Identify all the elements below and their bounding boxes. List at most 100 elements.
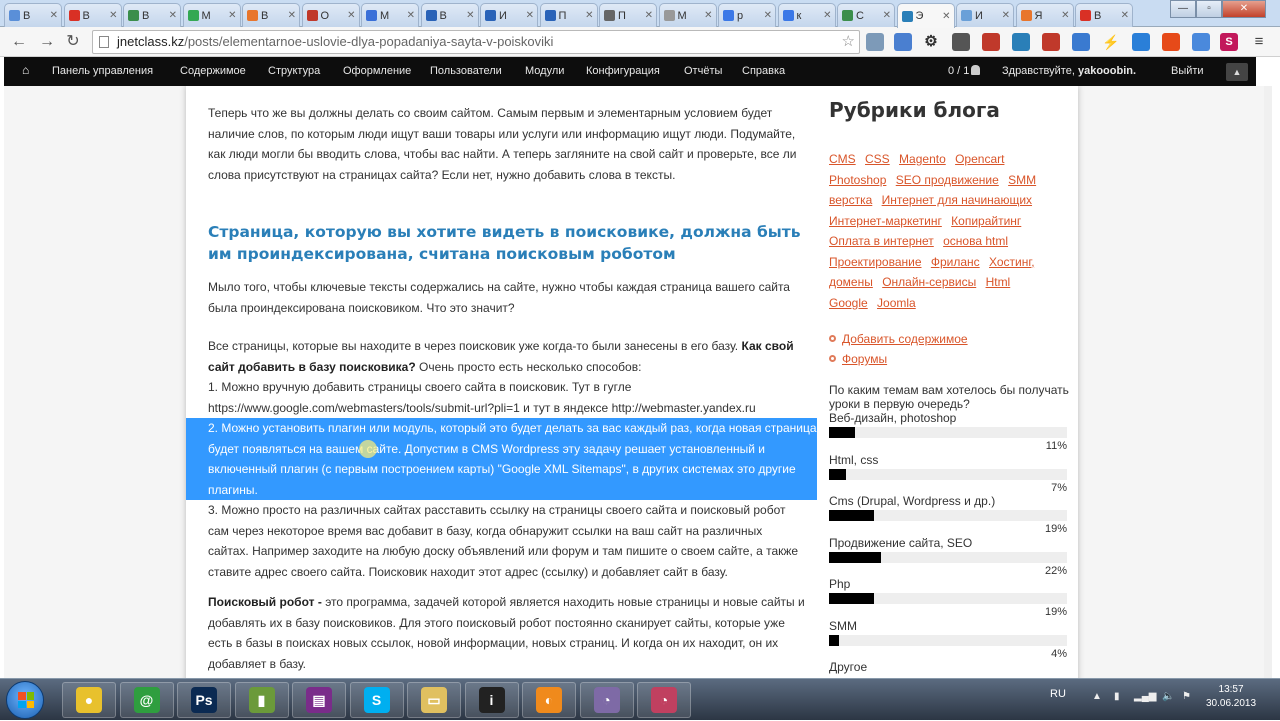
menu-configuration[interactable]: Конфигурация	[586, 65, 660, 77]
close-tab-icon[interactable]: ✕	[942, 11, 950, 22]
volume-icon[interactable]: 🔈	[1162, 691, 1174, 702]
back-button[interactable]: ←	[8, 31, 30, 53]
category-tag-link[interactable]: Проектирование	[829, 255, 922, 269]
menu-people[interactable]: Пользователи	[430, 65, 502, 77]
browser-tab[interactable]: М ✕	[182, 3, 241, 27]
close-tab-icon[interactable]: ✕	[1061, 10, 1069, 21]
start-button[interactable]	[6, 681, 44, 719]
browser-tab[interactable]: О ✕	[301, 3, 360, 27]
bookmark-star-icon[interactable]: ☆	[842, 31, 855, 53]
category-tag-link[interactable]: Оплата в интернет	[829, 234, 934, 248]
browser-tab[interactable]: р ✕	[718, 3, 776, 27]
tray-arrow-icon[interactable]: ▲	[1092, 691, 1102, 702]
menu-icon[interactable]: ≡	[1250, 33, 1268, 51]
collapse-toolbar-button[interactable]: ▲	[1226, 63, 1248, 81]
calendar-icon[interactable]	[1072, 33, 1090, 51]
battery-icon[interactable]: ▮	[1114, 691, 1120, 702]
browser-tab[interactable]: В ✕	[123, 3, 181, 27]
home-icon[interactable]: ⌂	[22, 63, 29, 77]
forums-link[interactable]: Форумы	[829, 349, 1079, 369]
google-submit-link[interactable]: https://www.google.com/webmasters/tools/…	[208, 401, 520, 415]
menu-dashboard[interactable]: Панель управления	[52, 65, 153, 77]
menu-appearance[interactable]: Оформление	[343, 65, 411, 77]
translate-icon[interactable]	[1192, 33, 1210, 51]
s-extension-icon[interactable]: S	[1220, 33, 1238, 51]
category-tag-link[interactable]: Копирайтинг	[951, 214, 1021, 228]
close-window-button[interactable]: ✕	[1222, 0, 1266, 18]
taskbar-app-skype[interactable]: S	[349, 682, 404, 718]
close-tab-icon[interactable]: ✕	[585, 10, 593, 21]
extension-icon[interactable]	[1042, 33, 1060, 51]
taskbar-app-explorer[interactable]: ▭	[407, 682, 461, 718]
address-bar[interactable]: jnetclass.kz/posts/elementarnoe-uslovie-…	[92, 30, 860, 54]
browser-tab[interactable]: П ✕	[599, 3, 657, 27]
extension-icon[interactable]	[866, 33, 884, 51]
browser-tab[interactable]: П ✕	[539, 3, 598, 27]
language-indicator[interactable]: RU	[1050, 688, 1066, 700]
category-tag-link[interactable]: CMS	[829, 152, 856, 166]
browser-tab[interactable]: И ✕	[956, 3, 1014, 27]
close-tab-icon[interactable]: ✕	[645, 10, 653, 21]
extension-icon[interactable]	[982, 33, 1000, 51]
category-tag-link[interactable]: SMM	[1008, 173, 1036, 187]
close-tab-icon[interactable]: ✕	[883, 10, 891, 21]
forward-button[interactable]: →	[36, 31, 58, 53]
system-clock[interactable]: 13:57 30.06.2013	[1206, 683, 1256, 711]
close-tab-icon[interactable]: ✕	[466, 10, 474, 21]
browser-tab[interactable]: И ✕	[480, 3, 538, 27]
taskbar-app-installer[interactable]: ▮	[234, 682, 289, 718]
browser-tab[interactable]: В ✕	[242, 3, 300, 27]
category-tag-link[interactable]: Joomla	[877, 296, 916, 310]
taskbar-app-photoshop[interactable]: Ps	[177, 682, 231, 718]
menu-help[interactable]: Справка	[742, 65, 785, 77]
category-tag-link[interactable]: Opencart	[955, 152, 1004, 166]
add-content-link[interactable]: Добавить содержимое	[829, 329, 1079, 349]
browser-tab[interactable]: В ✕	[63, 3, 122, 27]
close-tab-icon[interactable]: ✕	[526, 10, 534, 21]
browser-tab[interactable]: С ✕	[837, 3, 895, 27]
close-tab-icon[interactable]: ✕	[1002, 10, 1010, 21]
taskbar-app-info[interactable]: i	[464, 682, 519, 718]
category-tag-link[interactable]: Photoshop	[829, 173, 886, 187]
gear-icon[interactable]: ⚙	[922, 33, 940, 51]
selected-text[interactable]: 2. Можно установить плагин или модуль, к…	[186, 418, 817, 500]
minimize-button[interactable]: —	[1170, 0, 1196, 18]
category-tag-link[interactable]: Google	[829, 296, 868, 310]
taskbar-app-firefox[interactable]: ◐	[522, 682, 576, 718]
browser-tab[interactable]: В ✕	[4, 3, 62, 27]
close-tab-icon[interactable]: ✕	[347, 10, 355, 21]
close-tab-icon[interactable]: ✕	[407, 10, 415, 21]
close-tab-icon[interactable]: ✕	[823, 10, 831, 21]
category-tag-link[interactable]: Magento	[899, 152, 946, 166]
menu-modules[interactable]: Модули	[525, 65, 564, 77]
category-tag-link[interactable]: Интернет для начинающих	[882, 193, 1032, 207]
menu-structure[interactable]: Структура	[268, 65, 320, 77]
maximize-button[interactable]: ▫	[1196, 0, 1222, 18]
category-tag-link[interactable]: Фриланс	[931, 255, 980, 269]
browser-tab[interactable]: В ✕	[420, 3, 479, 27]
menu-reports[interactable]: Отчёты	[684, 65, 722, 77]
action-center-icon[interactable]: ⚑	[1182, 691, 1191, 702]
taskbar-app-chrome[interactable]: ●	[62, 682, 116, 718]
category-tag-link[interactable]: основа html	[943, 234, 1008, 248]
browser-tab[interactable]: М ✕	[658, 3, 717, 27]
close-tab-icon[interactable]: ✕	[169, 10, 177, 21]
close-tab-icon[interactable]: ✕	[228, 10, 236, 21]
extension-icon[interactable]	[1012, 33, 1030, 51]
category-tag-link[interactable]: Онлайн-сервисы	[882, 275, 976, 289]
reload-button[interactable]: ↻	[62, 31, 84, 53]
browser-tab[interactable]: В ✕	[1075, 3, 1133, 27]
category-tag-link[interactable]: Интернет-маркетинг	[829, 214, 942, 228]
close-tab-icon[interactable]: ✕	[764, 10, 772, 21]
category-tag-link[interactable]: верстка	[829, 193, 872, 207]
mail-icon[interactable]	[1132, 33, 1150, 51]
taskbar-app-winrar[interactable]: ▤	[292, 682, 346, 718]
yandex-webmaster-link[interactable]: http://webmaster.yandex.ru	[612, 401, 756, 415]
taskbar-app-gauge1[interactable]: ◔	[579, 682, 634, 718]
taskbar-app-mail[interactable]: @	[119, 682, 174, 718]
page-scrollbar[interactable]	[1264, 86, 1272, 678]
taskbar-app-gauge2[interactable]: ◔	[637, 682, 691, 718]
extension-icon[interactable]	[1162, 33, 1180, 51]
category-tag-link[interactable]: Html	[986, 275, 1011, 289]
category-tag-link[interactable]: SEO продвижение	[896, 173, 999, 187]
